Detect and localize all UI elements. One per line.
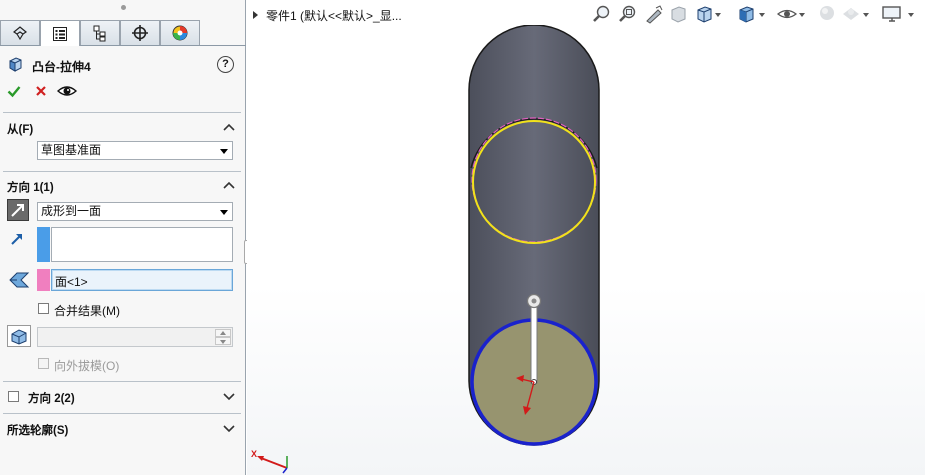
face-selection-icon bbox=[9, 272, 30, 288]
face-selection-item[interactable]: 面<1> bbox=[55, 273, 88, 290]
detailed-preview-eye-icon[interactable] bbox=[57, 83, 77, 99]
tab-configuration-manager[interactable] bbox=[80, 20, 120, 45]
separator bbox=[3, 413, 241, 414]
expand-chevron-down-icon[interactable] bbox=[223, 423, 235, 433]
reference-triad bbox=[257, 456, 288, 474]
merge-result-checkbox[interactable] bbox=[38, 303, 49, 314]
feature-tree-icon bbox=[12, 26, 28, 41]
face-selection-box[interactable]: 面<1> bbox=[51, 269, 233, 291]
direction1-section-title: 方向 1(1) bbox=[7, 182, 54, 194]
dropdown-arrow-icon[interactable] bbox=[799, 13, 805, 17]
spinner-down-button[interactable] bbox=[215, 337, 231, 345]
separator bbox=[3, 381, 241, 382]
dropdown-arrow-icon[interactable] bbox=[908, 13, 914, 17]
panel-tabs bbox=[0, 20, 246, 46]
from-section-title: 从(F) bbox=[7, 124, 34, 136]
draft-outward-checkbox[interactable] bbox=[38, 358, 49, 369]
edit-appearance-icon[interactable] bbox=[817, 4, 837, 24]
feature-header: 凸台-拉伸4 ? bbox=[6, 55, 240, 75]
face-swatch bbox=[37, 269, 50, 291]
direction-vector-arrow-icon bbox=[11, 234, 22, 245]
end-condition-select[interactable]: 成形到一面 bbox=[37, 202, 233, 221]
appearance-sphere-icon bbox=[172, 25, 188, 41]
expand-chevron-down-icon[interactable] bbox=[223, 391, 235, 401]
help-icon[interactable]: ? bbox=[217, 56, 234, 73]
panel-grip[interactable] bbox=[0, 0, 246, 14]
property-manager-panel: 凸台-拉伸4 ? 从(F) 草图基准面 方向 1(1) 成形到一面 面<1> 合… bbox=[0, 0, 246, 475]
dropdown-arrow-icon[interactable] bbox=[715, 13, 721, 17]
reverse-direction-icon[interactable] bbox=[7, 199, 29, 221]
boss-extrude-icon bbox=[9, 57, 22, 72]
crosshair-icon bbox=[132, 25, 148, 41]
feature-title: 凸台-拉伸4 bbox=[32, 60, 91, 74]
section-view-icon[interactable] bbox=[669, 4, 687, 24]
configuration-icon bbox=[93, 25, 106, 42]
breadcrumb-expand-icon[interactable] bbox=[253, 11, 258, 19]
from-condition-value: 草图基准面 bbox=[41, 143, 102, 157]
direction-manipulator-shaft[interactable] bbox=[530, 302, 538, 384]
triad-x-label: X bbox=[251, 449, 258, 459]
apply-scene-icon[interactable] bbox=[841, 4, 861, 24]
draft-outward-label: 向外拔模(O) bbox=[54, 359, 120, 373]
breadcrumb[interactable]: 零件1 (默认<<默认>_显... bbox=[253, 7, 402, 24]
collapse-chevron-up-icon[interactable] bbox=[223, 180, 235, 190]
dropdown-arrow-icon[interactable] bbox=[863, 13, 869, 17]
draft-angle-spinner[interactable] bbox=[37, 327, 233, 347]
tab-property-manager[interactable] bbox=[40, 20, 80, 46]
collapse-chevron-up-icon[interactable] bbox=[223, 122, 235, 132]
contours-section-title: 所选轮廓(S) bbox=[7, 425, 69, 437]
dynamic-annotation-view-icon[interactable] bbox=[695, 4, 713, 24]
from-condition-select[interactable]: 草图基准面 bbox=[37, 141, 233, 160]
cancel-x-icon[interactable] bbox=[34, 84, 48, 98]
zoom-to-area-icon[interactable] bbox=[619, 4, 637, 24]
end-condition-value: 成形到一面 bbox=[41, 204, 102, 218]
view-settings-monitor-icon[interactable] bbox=[881, 4, 903, 24]
tab-dimxpert-manager[interactable] bbox=[120, 20, 160, 45]
separator bbox=[3, 112, 241, 113]
breadcrumb-text: 零件1 (默认<<默认>_显... bbox=[266, 9, 402, 23]
merge-result-label: 合并结果(M) bbox=[54, 304, 120, 318]
draft-icon[interactable] bbox=[7, 325, 31, 347]
spinner-up-button[interactable] bbox=[215, 329, 231, 337]
direction2-checkbox[interactable] bbox=[8, 391, 19, 402]
separator bbox=[3, 171, 241, 172]
graphics-viewport[interactable]: 零件1 (默认<<默认>_显... X bbox=[247, 0, 925, 475]
dropdown-arrow-icon bbox=[220, 149, 228, 154]
hide-show-items-eye-icon[interactable] bbox=[777, 4, 797, 24]
dropdown-arrow-icon[interactable] bbox=[759, 13, 765, 17]
tab-display-manager[interactable] bbox=[160, 20, 200, 45]
direction2-section-title: 方向 2(2) bbox=[28, 393, 75, 405]
direction-vector-selection-box[interactable] bbox=[51, 227, 233, 262]
dropdown-arrow-icon bbox=[220, 210, 228, 215]
extruded-cylinder-model[interactable] bbox=[447, 25, 627, 460]
direction-vector-swatch bbox=[37, 227, 50, 262]
tab-feature-manager[interactable] bbox=[0, 20, 40, 45]
property-manager-icon bbox=[53, 26, 67, 41]
previous-view-icon[interactable] bbox=[645, 4, 663, 24]
zoom-to-fit-icon[interactable] bbox=[593, 4, 611, 24]
ok-check-icon[interactable] bbox=[7, 84, 21, 98]
view-orientation-icon[interactable] bbox=[737, 4, 755, 24]
handle-center-dot bbox=[531, 298, 537, 304]
